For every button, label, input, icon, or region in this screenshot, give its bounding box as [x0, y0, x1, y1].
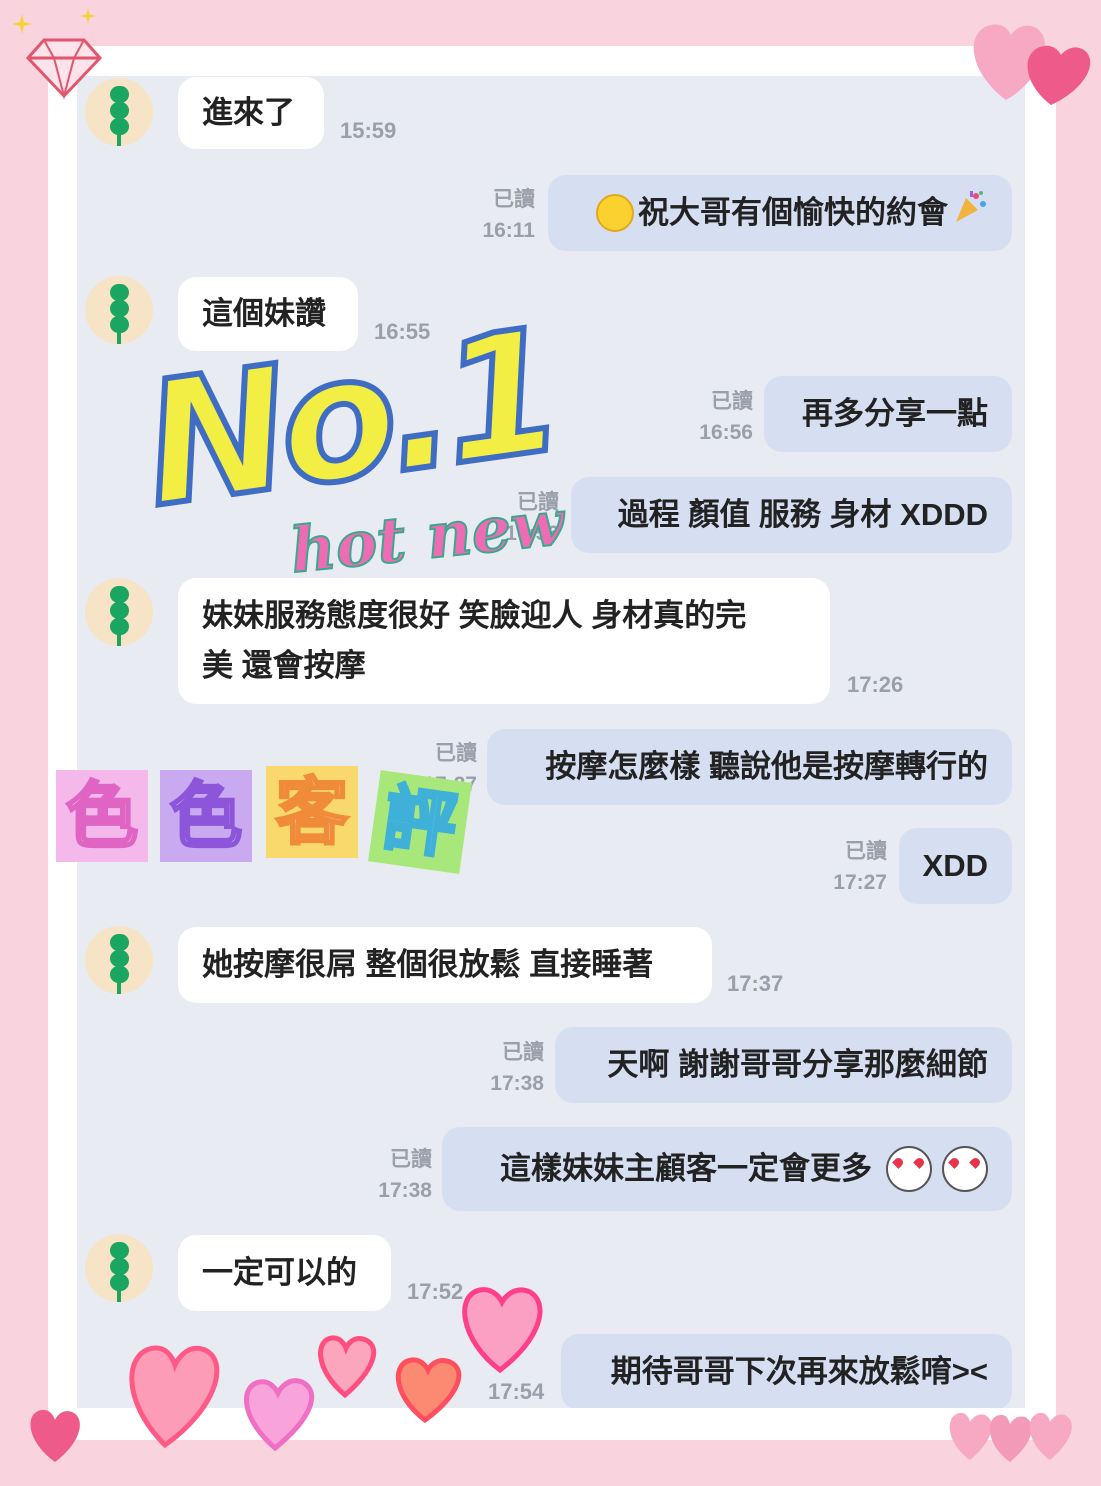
message-bubble-incoming[interactable]: 她按摩很屌 整個很放鬆 直接睡著 [178, 927, 712, 1003]
message-bubble-outgoing[interactable]: 期待哥哥下次再來放鬆唷>< [561, 1334, 1012, 1408]
message-bubble-outgoing[interactable]: 天啊 謝謝哥哥分享那麼細節 [555, 1027, 1012, 1103]
review-char: 色 [160, 770, 252, 862]
message-text: 過程 顏值 服務 身材 XDDD [617, 497, 988, 532]
message-text-line2: 美 還會按摩 [202, 648, 366, 683]
diamond-icon [25, 38, 103, 100]
message-time: 17:38 [378, 1179, 432, 1202]
message-meta: 已讀 16:56 [683, 386, 753, 448]
review-char: 色 [56, 770, 148, 862]
message-bubble-incoming[interactable]: 妹妹服務態度很好 笑臉迎人 身材真的完 美 還會按摩 [178, 578, 830, 704]
message-meta: 已讀 17:27 [815, 836, 887, 898]
message-meta: 已讀 17:38 [360, 1144, 432, 1206]
message-time: 17:26 [847, 672, 904, 697]
read-receipt: 已讀 [493, 188, 535, 211]
heart-icon [973, 24, 1091, 105]
avatar[interactable] [85, 276, 153, 344]
avatar[interactable] [85, 578, 153, 646]
chat-window[interactable]: 進來了 15:59 已讀 16:11 祝大哥有個愉快的約會 這個妹讚 16:55… [77, 76, 1025, 1408]
avatar[interactable] [85, 926, 153, 994]
message-text: XDD [922, 848, 988, 883]
heart-icon [30, 1409, 80, 1462]
heart-icon [949, 1412, 1072, 1462]
review-char: 評 [368, 770, 472, 874]
review-char: 客 [266, 766, 358, 858]
review-sticker: 色 色 客 評 [56, 762, 476, 874]
read-receipt: 已讀 [711, 390, 753, 413]
message-time: 17:37 [727, 971, 784, 996]
heart-eyes-emoji [942, 1146, 988, 1192]
message-bubble-incoming[interactable]: 進來了 [178, 77, 324, 149]
message-time: 17:27 [833, 871, 887, 894]
message-time: 17:38 [490, 1072, 544, 1095]
read-receipt: 已讀 [502, 1041, 544, 1064]
message-bubble-outgoing[interactable]: 祝大哥有個愉快的約會 [548, 175, 1012, 251]
message-text: 她按摩很屌 整個很放鬆 直接睡著 [202, 947, 654, 982]
message-text: 進來了 [202, 95, 295, 130]
message-text: 這樣妹妹主顧客一定會更多 [500, 1151, 872, 1186]
message-bubble-outgoing[interactable]: 過程 顏值 服務 身材 XDDD [571, 477, 1012, 553]
message-time: 16:56 [699, 421, 753, 444]
message-bubble-outgoing[interactable]: 按摩怎麼樣 聽說他是按摩轉行的 [487, 729, 1012, 805]
message-text: 再多分享一點 [802, 396, 988, 431]
message-bubble-outgoing[interactable]: 再多分享一點 [764, 376, 1012, 452]
heart-eyes-emoji [886, 1146, 932, 1192]
message-bubble-outgoing[interactable]: 這樣妹妹主顧客一定會更多 [442, 1127, 1012, 1211]
message-text: 妹妹服務態度很好 笑臉迎人 身材真的完 [202, 598, 747, 633]
message-time: 15:59 [340, 118, 397, 143]
message-meta: 已讀 17:38 [472, 1037, 544, 1099]
message-text: 祝大哥有個愉快的約會 [638, 195, 948, 230]
heart-icon [129, 1287, 543, 1452]
message-meta: 已讀 16:11 [465, 184, 535, 246]
message-text: 天啊 謝謝哥哥分享那麼細節 [607, 1047, 988, 1082]
sparkle-icon [80, 8, 96, 24]
message-text: 按摩怎麼樣 聽說他是按摩轉行的 [545, 749, 988, 784]
message-time: 16:11 [482, 219, 535, 242]
grin-emoji [596, 194, 634, 232]
party-popper-emoji [952, 188, 988, 239]
read-receipt: 已讀 [845, 840, 887, 863]
sparkle-icon [12, 14, 32, 34]
message-text: 期待哥哥下次再來放鬆唷>< [610, 1354, 988, 1389]
message-bubble-outgoing[interactable]: XDD [899, 828, 1012, 904]
read-receipt: 已讀 [390, 1148, 432, 1171]
